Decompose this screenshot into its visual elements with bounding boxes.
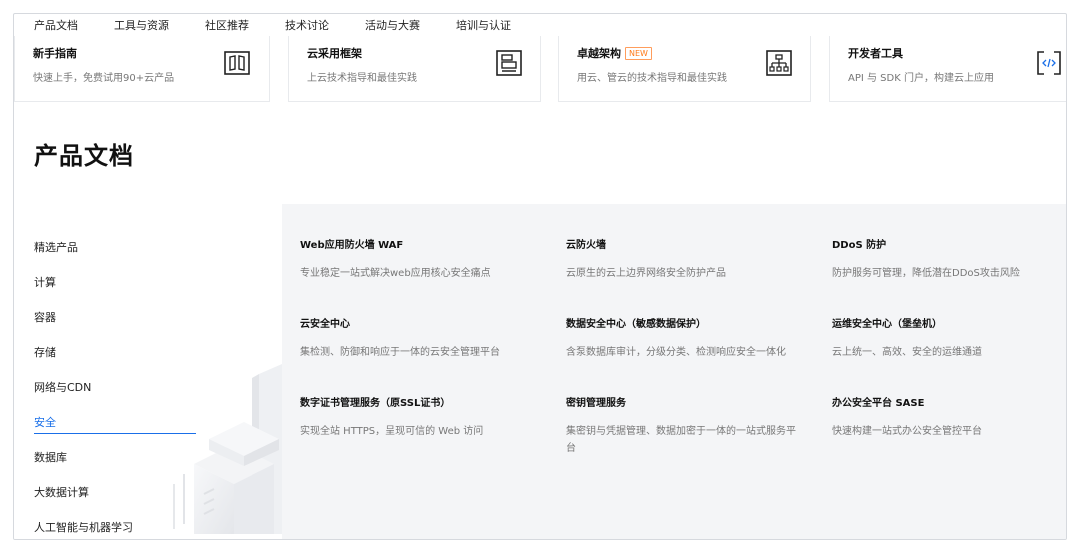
category-sidebar: 精选产品 计算 容器 存储 网络与CDN 安全 数据库 大数据计算 人工智能与机… <box>14 204 282 539</box>
card-desc: 快速上手，免费试用90+云产品 <box>33 73 175 84</box>
active-indicator <box>34 433 196 434</box>
nav-docs[interactable]: 产品文档 <box>34 17 78 33</box>
sidebar-item-big-data[interactable]: 大数据计算 <box>34 484 89 500</box>
card-cloud-framework[interactable]: 云采用框架 上云技术指导和最佳实践 <box>288 36 541 102</box>
nav-community[interactable]: 社区推荐 <box>205 17 249 33</box>
sidebar-item-compute[interactable]: 计算 <box>34 274 56 290</box>
card-title: 云采用框架 <box>307 47 362 60</box>
card-desc: 用云、管云的技术指导和最佳实践 <box>577 73 727 84</box>
product-cloud-firewall[interactable]: 云防火墙 云原生的云上边界网络安全防护产品 <box>566 236 806 282</box>
product-waf[interactable]: Web应用防火墙 WAF 专业稳定一站式解决web应用核心安全痛点 <box>300 236 540 282</box>
nav-tools[interactable]: 工具与资源 <box>114 17 169 33</box>
product-data-security[interactable]: 数据安全中心（敏感数据保护） 含泵数据库审计，分级分类、检测响应安全一体化 <box>566 315 806 361</box>
card-title: 开发者工具 <box>848 47 903 60</box>
product-name: 数字证书管理服务（原SSL证书） <box>300 398 451 409</box>
sidebar-item-security[interactable]: 安全 <box>34 414 56 430</box>
card-desc: 上云技术指导和最佳实践 <box>307 73 417 84</box>
product-name: 办公安全平台 SASE <box>832 398 925 409</box>
sidebar-item-storage[interactable]: 存储 <box>34 344 56 360</box>
product-name: 运维安全中心（堡垒机） <box>832 319 942 330</box>
product-desc: 含泵数据库审计，分级分类、检测响应安全一体化 <box>566 347 786 358</box>
quick-cards: 新手指南 快速上手，免费试用90+云产品 云采用框架 上云技术指导和最佳实践 卓… <box>14 36 1066 102</box>
product-sase[interactable]: 办公安全平台 SASE 快速构建一站式办公安全管控平台 <box>832 394 1066 440</box>
product-desc: 快速构建一站式办公安全管控平台 <box>832 426 982 437</box>
top-nav: 产品文档 工具与资源 社区推荐 技术讨论 活动与大赛 培训与认证 <box>14 14 1066 36</box>
card-architecture[interactable]: 卓越架构 NEW 用云、管云的技术指导和最佳实践 <box>558 36 811 102</box>
sidebar-item-featured[interactable]: 精选产品 <box>34 239 78 255</box>
card-title: 卓越架构 NEW <box>577 45 652 61</box>
product-ssl-cert[interactable]: 数字证书管理服务（原SSL证书） 实现全站 HTTPS，呈现可信的 Web 访问 <box>300 394 540 440</box>
product-desc: 云原生的云上边界网络安全防护产品 <box>566 268 726 279</box>
product-name: 密钥管理服务 <box>566 398 626 409</box>
code-icon <box>1037 51 1061 75</box>
product-name: 云安全中心 <box>300 319 350 330</box>
sidebar-item-database[interactable]: 数据库 <box>34 449 67 465</box>
nav-discussion[interactable]: 技术讨论 <box>285 17 329 33</box>
docs-panel: 产品文档 工具与资源 社区推荐 技术讨论 活动与大赛 培训与认证 新手指南 快速… <box>13 13 1067 540</box>
sidebar-item-ai-ml[interactable]: 人工智能与机器学习 <box>34 519 133 535</box>
card-title: 新手指南 <box>33 47 77 60</box>
product-kms[interactable]: 密钥管理服务 集密钥与凭据管理、数据加密于一体的一站式服务平台 <box>566 394 802 457</box>
product-grid: Web应用防火墙 WAF 专业稳定一站式解决web应用核心安全痛点 云防火墙 云… <box>282 204 1066 539</box>
nav-training[interactable]: 培训与认证 <box>456 17 511 33</box>
sidebar-item-container[interactable]: 容器 <box>34 309 56 325</box>
sidebar-item-network-cdn[interactable]: 网络与CDN <box>34 379 91 395</box>
new-badge: NEW <box>625 47 652 60</box>
product-desc: 实现全站 HTTPS，呈现可信的 Web 访问 <box>300 426 484 437</box>
server-illustration-icon <box>173 364 282 534</box>
product-desc: 防护服务可管理，降低潜在DDoS攻击风险 <box>832 268 1020 279</box>
card-dev-tools[interactable]: 开发者工具 API 与 SDK 门户，构建云上应用 <box>829 36 1066 102</box>
product-desc: 专业稳定一站式解决web应用核心安全痛点 <box>300 268 491 279</box>
product-desc: 集检测、防御和响应于一体的云安全管理平台 <box>300 347 500 358</box>
nav-events[interactable]: 活动与大赛 <box>365 17 420 33</box>
architecture-icon <box>766 50 792 76</box>
product-name: 云防火墙 <box>566 240 606 251</box>
page-title: 产品文档 <box>34 142 134 170</box>
book-icon <box>224 51 250 75</box>
product-bastion[interactable]: 运维安全中心（堡垒机） 云上统一、高效、安全的运维通道 <box>832 315 1066 361</box>
card-title-text: 卓越架构 <box>577 47 621 60</box>
framework-icon <box>496 50 522 76</box>
product-ddos[interactable]: DDoS 防护 防护服务可管理，降低潜在DDoS攻击风险 <box>832 236 1066 282</box>
card-getting-started[interactable]: 新手指南 快速上手，免费试用90+云产品 <box>14 36 270 102</box>
product-security-center[interactable]: 云安全中心 集检测、防御和响应于一体的云安全管理平台 <box>300 315 540 361</box>
product-name: Web应用防火墙 WAF <box>300 240 404 251</box>
product-desc: 云上统一、高效、安全的运维通道 <box>832 347 982 358</box>
product-desc: 集密钥与凭据管理、数据加密于一体的一站式服务平台 <box>566 426 796 454</box>
product-name: DDoS 防护 <box>832 240 887 251</box>
card-desc: API 与 SDK 门户，构建云上应用 <box>848 73 994 84</box>
product-name: 数据安全中心（敏感数据保护） <box>566 319 706 330</box>
